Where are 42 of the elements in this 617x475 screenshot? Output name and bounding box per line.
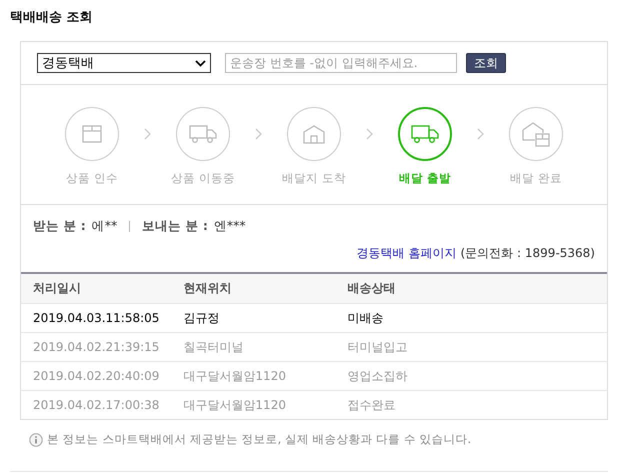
column-header: 배송상태	[335, 273, 607, 304]
recipient-name: 에**	[92, 218, 118, 235]
truck-icon	[189, 124, 217, 144]
table-cell: 2019.04.02.17:00:38	[21, 390, 172, 419]
step-label: 배달 출발	[398, 171, 451, 186]
chevron-right-icon	[477, 128, 484, 140]
table-cell: 접수완료	[335, 390, 607, 419]
page-title: 택배배송 조회	[10, 9, 93, 26]
table-cell: 대구달서월암1120	[171, 390, 336, 419]
chevron-down-icon	[195, 60, 206, 66]
homepage-link[interactable]: 경동택배 홈페이지	[356, 245, 457, 262]
chevron-right-icon	[144, 128, 151, 140]
step-label: 상품 이동중	[171, 171, 235, 186]
contact-phone: (문의전화 : 1899-5368)	[460, 245, 595, 262]
truck-icon	[411, 124, 439, 144]
column-header: 현재위치	[171, 273, 336, 304]
search-button[interactable]: 조회	[466, 53, 506, 73]
step-label: 배달지 도착	[282, 171, 346, 186]
house-icon	[302, 124, 326, 144]
recipient-label: 받는 분 :	[33, 218, 86, 235]
chevron-right-icon	[366, 128, 373, 140]
table-cell: 미배송	[335, 304, 607, 332]
disclaimer-text: 본 정보는 스마트택배에서 제공받는 정보로, 실제 배송상황과 다를 수 있습니다.	[47, 432, 472, 447]
box-icon	[81, 124, 103, 144]
table-cell: 2019.04.03.11:58:05	[21, 304, 172, 332]
table-cell: 터미널입고	[335, 332, 607, 362]
table-cell: 2019.04.02.21:39:15	[21, 332, 172, 362]
sender-name: 엔***	[214, 218, 246, 235]
sender-label: 보내는 분 :	[142, 218, 208, 235]
info-icon	[29, 432, 43, 446]
table-cell: 2019.04.02.20:40:09	[21, 362, 172, 390]
table-cell: 영업소집하	[335, 362, 607, 390]
table-cell: 김규정	[171, 304, 336, 332]
step-label: 상품 인수	[66, 171, 118, 186]
table-cell: 칠곡터미널	[171, 332, 336, 362]
table-cell: 대구달서월암1120	[171, 362, 336, 390]
tracking-number-field[interactable]: 운송장 번호를 -없이 입력해주세요.	[225, 53, 457, 73]
step-label: 배달 완료	[510, 171, 562, 186]
house-box-icon	[521, 120, 551, 148]
carrier-dropdown[interactable]: 경동택배	[37, 53, 211, 73]
column-header: 처리일시	[21, 273, 172, 304]
chevron-right-icon	[255, 128, 262, 140]
